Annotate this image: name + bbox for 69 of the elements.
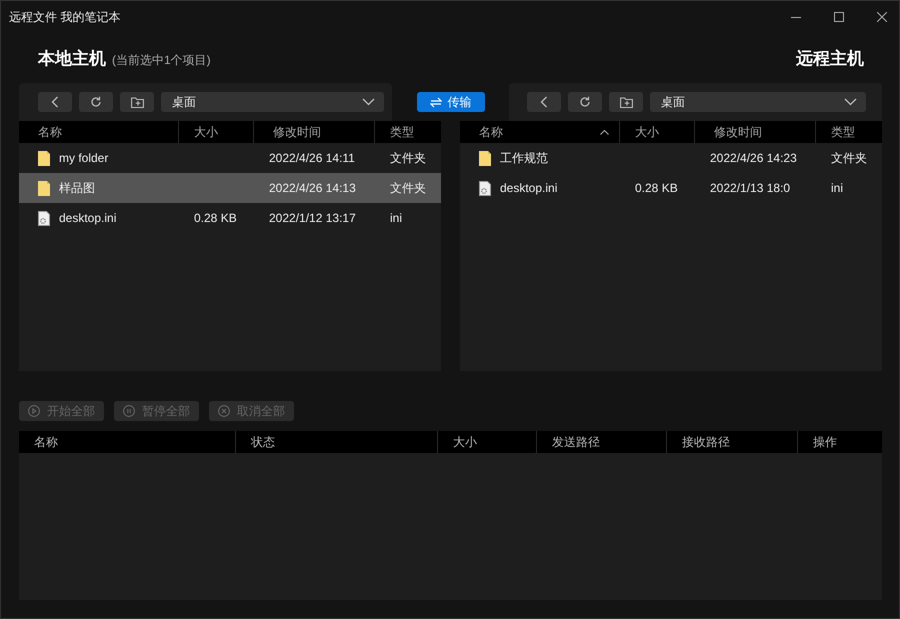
file-row[interactable]: 工作规范 2022/4/26 14:23 文件夹 xyxy=(460,143,882,173)
folder-icon xyxy=(38,150,50,166)
column-header[interactable]: 修改时间 xyxy=(254,121,375,143)
file-size: 0.28 KB xyxy=(194,211,237,225)
file-row[interactable]: my folder 2022/4/26 14:11 文件夹 xyxy=(19,143,441,173)
column-header[interactable]: 大小 xyxy=(179,121,254,143)
column-header[interactable]: 名称 xyxy=(19,121,179,143)
maximize-icon[interactable] xyxy=(834,12,844,22)
modified-time: 2022/4/26 14:13 xyxy=(269,181,356,195)
new-folder-button[interactable] xyxy=(609,92,643,112)
modified-time: 2022/4/26 14:11 xyxy=(269,151,355,165)
cancel-icon xyxy=(218,405,230,417)
local-host-heading: 本地主机 xyxy=(38,48,106,70)
column-header[interactable]: 名称 xyxy=(19,431,236,453)
folder-icon xyxy=(38,180,50,196)
play-icon xyxy=(28,405,40,417)
modified-time: 2022/1/13 18:0 xyxy=(710,181,790,195)
column-header[interactable]: 大小 xyxy=(620,121,695,143)
path-dropdown[interactable]: 桌面 xyxy=(161,92,384,112)
column-header[interactable]: 类型 xyxy=(816,121,882,143)
column-header[interactable]: 名称 xyxy=(460,121,620,143)
transfer-button[interactable]: 传输 xyxy=(416,92,484,112)
column-header[interactable]: 类型 xyxy=(375,121,441,143)
file-name: 工作规范 xyxy=(500,150,548,166)
remote-host-heading: 远程主机 xyxy=(796,48,864,70)
column-header[interactable]: 修改时间 xyxy=(695,121,816,143)
column-header[interactable]: 接收路径 xyxy=(667,431,798,453)
folder-plus-icon xyxy=(620,96,632,108)
file-type: ini xyxy=(831,181,844,195)
path-dropdown[interactable]: 桌面 xyxy=(650,92,866,112)
file-type: 文件夹 xyxy=(390,150,426,166)
modified-time: 2022/4/26 14:23 xyxy=(710,151,797,165)
close-icon[interactable] xyxy=(877,12,887,22)
file-row[interactable]: 样品图 2022/4/26 14:13 文件夹 xyxy=(19,173,441,203)
back-button[interactable] xyxy=(527,92,561,112)
file-icon xyxy=(38,210,50,226)
file-name: desktop.ini xyxy=(500,181,558,195)
chevron-down-icon xyxy=(362,98,375,106)
file-type: 文件夹 xyxy=(831,150,867,166)
back-button[interactable] xyxy=(38,92,72,112)
column-header[interactable]: 大小 xyxy=(438,431,537,453)
back-icon xyxy=(51,96,59,108)
file-row[interactable]: desktop.ini 0.28 KB 2022/1/13 18:0 ini xyxy=(460,173,882,203)
column-header[interactable]: 操作 xyxy=(798,431,882,453)
sort-up-icon xyxy=(600,130,609,134)
refresh-icon xyxy=(579,96,591,108)
new-folder-button[interactable] xyxy=(120,92,154,112)
file-type: ini xyxy=(390,211,402,225)
refresh-button[interactable] xyxy=(79,92,113,112)
chevron-down-icon xyxy=(844,98,857,106)
column-header[interactable]: 状态 xyxy=(236,431,438,453)
file-name: 样品图 xyxy=(59,180,95,196)
folder-icon xyxy=(479,150,491,166)
folder-plus-icon xyxy=(130,96,144,108)
file-icon xyxy=(479,180,491,196)
file-row[interactable]: desktop.ini 0.28 KB 2022/1/12 13:17 ini xyxy=(19,203,441,233)
refresh-icon xyxy=(90,96,102,108)
file-type: 文件夹 xyxy=(390,180,426,196)
selection-count: (当前选中1个项目) xyxy=(112,52,211,68)
back-icon xyxy=(540,96,548,108)
file-size: 0.28 KB xyxy=(635,181,678,195)
window-title: 远程文件 我的笔记本 xyxy=(9,8,120,26)
file-name: my folder xyxy=(59,151,108,165)
pause-icon xyxy=(123,405,135,417)
modified-time: 2022/1/12 13:17 xyxy=(269,211,356,225)
swap-icon xyxy=(430,96,442,108)
file-name: desktop.ini xyxy=(59,211,116,225)
refresh-button[interactable] xyxy=(568,92,602,112)
column-header[interactable]: 发送路径 xyxy=(537,431,667,453)
